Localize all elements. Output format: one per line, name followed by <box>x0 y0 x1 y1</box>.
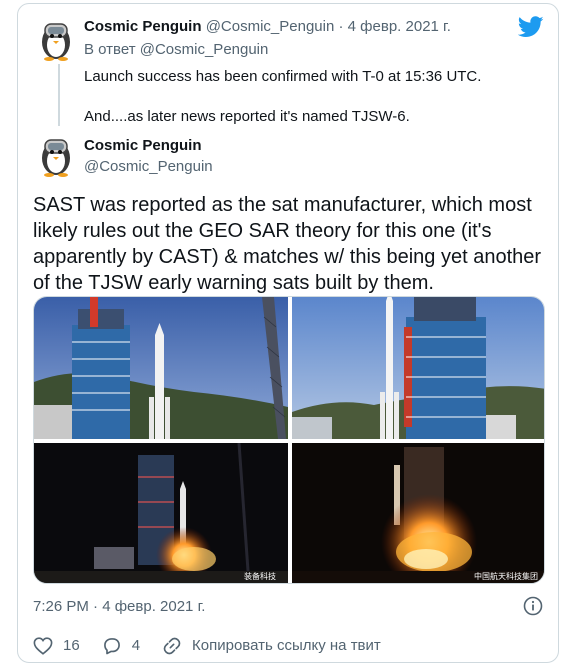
like-button[interactable]: 16 <box>33 636 80 656</box>
parent-header: Cosmic Penguin @Cosmic_Penguin · 4 февр.… <box>84 18 451 35</box>
copy-link-button[interactable]: Копировать ссылку на твит <box>162 636 381 656</box>
twitter-bird-icon[interactable] <box>518 16 544 38</box>
tweet-timestamp[interactable]: 7:26 PM · 4 февр. 2021 г. <box>33 598 205 615</box>
parent-date[interactable]: 4 февр. 2021 г. <box>348 18 451 35</box>
reply-icon <box>103 638 120 655</box>
reply-count: 4 <box>131 637 141 654</box>
parent-author-handle[interactable]: @Cosmic_Penguin <box>206 18 335 35</box>
reply-to-label[interactable]: В ответ @Cosmic_Penguin <box>84 41 268 58</box>
parent-text-line: And....as later news reported it's named… <box>84 108 410 125</box>
thread-connector <box>58 64 60 126</box>
parent-avatar[interactable] <box>32 16 80 64</box>
reply-button[interactable]: 4 <box>102 636 140 656</box>
launch-photo-2[interactable] <box>292 297 545 439</box>
parent-separator: · <box>338 18 344 35</box>
main-author-handle[interactable]: @Cosmic_Penguin <box>84 158 213 175</box>
parent-text-line: Launch success has been confirmed with T… <box>84 68 482 85</box>
main-tweet-text: SAST was reported as the sat manufacture… <box>33 194 542 294</box>
parent-tweet-text: Launch success has been confirmed with T… <box>84 67 481 147</box>
like-count: 16 <box>63 637 80 654</box>
media-grid: 装备科技 中国航天科技集团 <box>33 296 545 584</box>
info-icon[interactable] <box>522 595 544 617</box>
link-icon <box>163 637 181 655</box>
watermark-left: 装备科技 <box>244 571 276 581</box>
media-grid-svg: 装备科技 中国航天科技集团 <box>34 297 545 584</box>
launch-photo-4[interactable]: 中国航天科技集团 <box>292 443 545 584</box>
launch-photo-3[interactable]: 装备科技 <box>34 442 288 584</box>
tweet-card: Cosmic Penguin @Cosmic_Penguin · 4 февр.… <box>17 3 559 663</box>
launch-photo-1[interactable] <box>34 297 288 439</box>
tweet-actions: 16 4 Копировать ссылку на твит <box>33 635 403 657</box>
copy-link-label: Копировать ссылку на твит <box>192 637 381 654</box>
main-avatar[interactable] <box>32 132 80 180</box>
watermark-right: 中国航天科技集团 <box>474 571 538 581</box>
heart-icon <box>33 637 53 655</box>
parent-author-name[interactable]: Cosmic Penguin <box>84 18 202 35</box>
main-author-name[interactable]: Cosmic Penguin <box>84 137 202 154</box>
